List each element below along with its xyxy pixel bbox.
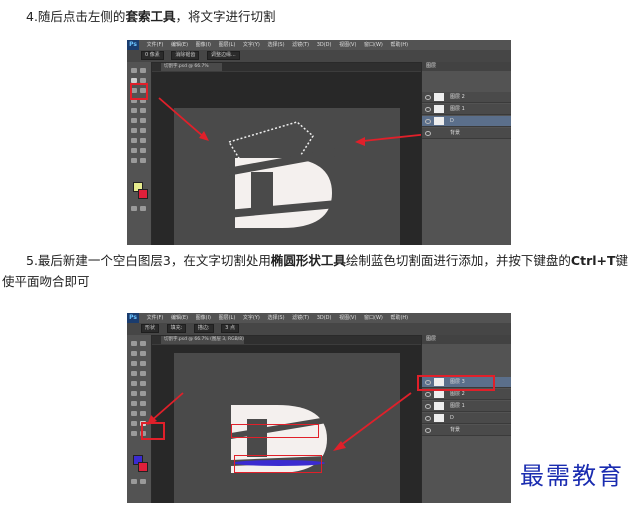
layer-name: D [450, 415, 454, 421]
cut-highlight-bottom [234, 455, 322, 473]
letter-d-counter [251, 172, 273, 210]
arrow-to-layer-line [362, 133, 430, 142]
eye-icon[interactable] [425, 95, 431, 100]
layer-name: 图层 1 [450, 403, 465, 409]
layers-panel: 图层 图层 2 图层 1 D 背景 [421, 62, 511, 245]
layer-row[interactable]: 背景 [422, 425, 511, 436]
arrow-to-lasso-head [199, 131, 209, 141]
layer-thumbnail [434, 93, 444, 101]
layer-thumbnail [434, 105, 444, 113]
layers-panel-title: 图层 [422, 335, 511, 344]
layer-row[interactable]: 背景 [422, 128, 511, 139]
layers-panel-title: 图层 [422, 62, 511, 71]
eye-icon[interactable] [425, 119, 431, 124]
layer-row-selected[interactable]: D [422, 116, 511, 127]
eye-icon[interactable] [425, 404, 431, 409]
layer-name: 图层 2 [450, 94, 465, 100]
layer-row[interactable]: 图层 1 [422, 401, 511, 412]
layer-row[interactable]: 图层 2 [422, 92, 511, 103]
arrow-to-layer-head [355, 137, 365, 146]
photoshop-screenshot-2: Ps 文件(F) 编辑(E) 图像(I) 图层(L) 文字(Y) 选择(S) 滤… [127, 313, 511, 503]
layer-row[interactable]: D [422, 413, 511, 424]
eye-icon[interactable] [425, 428, 431, 433]
lasso-tool-highlight [130, 83, 148, 100]
layers-panel: 图层 图层 3 图层 2 图层 1 D 背景 [421, 335, 511, 503]
step4-text: 4.随后点击左侧的套索工具，将文字进行切割 [26, 8, 275, 26]
step4-prefix: 4.随后点击左侧的 [26, 9, 126, 24]
layer-thumbnail [434, 402, 444, 410]
step5-bold1: 椭圆形状工具 [270, 253, 346, 268]
eye-icon[interactable] [425, 416, 431, 421]
step5-bold2: Ctrl+T [570, 253, 616, 268]
ellipse-tool-highlight [141, 422, 165, 440]
layer-name: 背景 [450, 427, 461, 433]
step4-suffix: ，将文字进行切割 [175, 9, 276, 24]
cut-highlight-top [231, 424, 319, 438]
step5-text-line2: 使平面吻合即可 [2, 274, 90, 289]
photoshop-screenshot-1: Ps 文件(F) 编辑(E) 图像(I) 图层(L) 文字(Y) 选择(S) 滤… [127, 40, 511, 245]
eye-icon[interactable] [425, 107, 431, 112]
layer-row[interactable]: 图层 1 [422, 104, 511, 115]
layer-thumbnail [434, 129, 444, 137]
step5-text-line1: 5.最后新建一个空白图层3，在文字切割处用椭圆形状工具绘制蓝色切割面进行添加，并… [26, 252, 628, 270]
watermark-text: 最需教育 [520, 462, 624, 490]
layer-thumbnail [434, 426, 444, 434]
arrow-to-lasso-line [158, 97, 206, 139]
arrow-to-ellipse-tool-line [150, 392, 184, 422]
layer-name: 图层 1 [450, 106, 465, 112]
eye-icon[interactable] [425, 392, 431, 397]
arrow-to-canvas-line [340, 392, 412, 446]
layer-name: 背景 [450, 130, 461, 136]
layer-name: D [450, 118, 454, 124]
step4-bold: 套索工具 [125, 9, 176, 24]
layer-thumbnail [434, 414, 444, 422]
step5-part1: 5.最后新建一个空白图层3，在文字切割处用 [26, 253, 271, 268]
eye-icon[interactable] [425, 131, 431, 136]
layer-thumbnail [434, 390, 444, 398]
new-layer-highlight [417, 375, 495, 391]
step5-part3: 键 [615, 253, 629, 268]
layer-thumbnail [434, 117, 444, 125]
step5-part2: 绘制蓝色切割面进行添加，并按下键盘的 [345, 253, 571, 268]
